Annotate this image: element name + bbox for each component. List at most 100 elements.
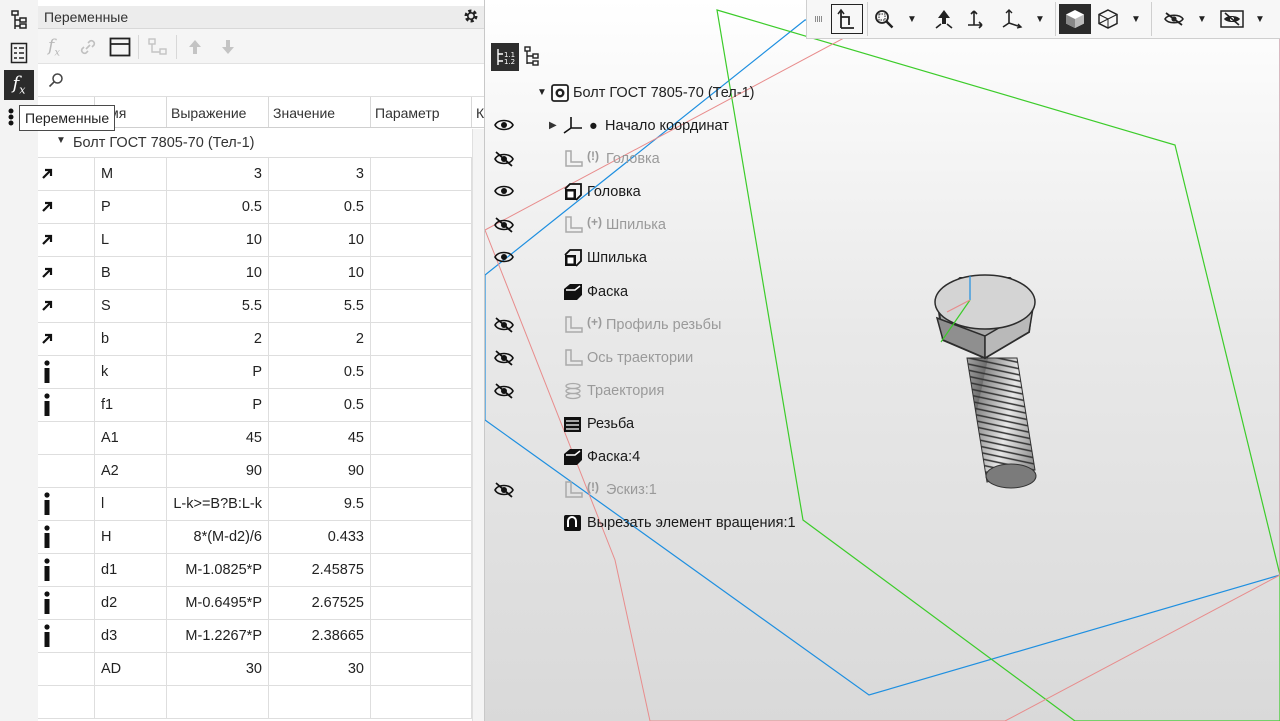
table-row[interactable]: d3 M-1.2267*P 2.38665 <box>38 620 472 653</box>
table-row[interactable]: A1 45 45 <box>38 422 472 455</box>
vertical-scrollbar[interactable] <box>472 129 484 721</box>
variable-expression[interactable]: M-0.6495*P <box>167 587 269 619</box>
gear-icon[interactable] <box>462 7 480 28</box>
table-row[interactable]: k P 0.5 <box>38 356 472 389</box>
column-header-value[interactable]: Значение <box>269 97 371 127</box>
eye-hidden-icon[interactable] <box>494 383 516 399</box>
table-row[interactable]: L 10 10 <box>38 224 472 257</box>
link-icon[interactable] <box>76 35 100 59</box>
bolt-model[interactable] <box>925 270 1055 500</box>
visibility-filter-icon[interactable] <box>1219 4 1245 34</box>
variable-expression[interactable]: 8*(M-d2)/6 <box>167 521 269 553</box>
variable-expression[interactable]: P <box>167 356 269 388</box>
variable-expression[interactable]: M-1.0825*P <box>167 554 269 586</box>
table-row[interactable]: AD 30 30 <box>38 653 472 686</box>
eye-hidden-icon[interactable] <box>494 350 516 366</box>
eye-icon[interactable] <box>494 184 516 200</box>
variable-parameter[interactable] <box>371 290 472 322</box>
variable-name[interactable]: l <box>95 488 167 520</box>
variables-panel-icon[interactable]: fx <box>4 70 34 100</box>
variable-name[interactable]: M <box>95 158 167 190</box>
collapse-arrow-icon[interactable]: ▼ <box>537 82 547 104</box>
variable-name[interactable]: S <box>95 290 167 322</box>
structure-icon[interactable] <box>146 35 170 59</box>
table-row[interactable]: H 8*(M-d2)/6 0.433 <box>38 521 472 554</box>
variable-parameter[interactable] <box>371 653 472 685</box>
variable-expression[interactable]: L-k>=B?B:L-k <box>167 488 269 520</box>
table-row[interactable]: A2 90 90 <box>38 455 472 488</box>
variable-parameter[interactable] <box>371 389 472 421</box>
variable-expression[interactable]: 30 <box>167 653 269 685</box>
variable-name[interactable]: f1 <box>95 389 167 421</box>
variable-parameter[interactable] <box>371 587 472 619</box>
table-row[interactable]: l L-k>=B?B:L-k 9.5 <box>38 488 472 521</box>
variable-name[interactable]: P <box>95 191 167 223</box>
tree-structure-icon[interactable] <box>523 46 543 71</box>
add-variable-icon[interactable]: fx <box>42 35 66 59</box>
hide-dropdown-icon[interactable]: ▼ <box>1195 4 1209 34</box>
variable-parameter[interactable] <box>371 455 472 487</box>
variable-parameter[interactable] <box>371 554 472 586</box>
tree-mode-icon[interactable]: 1.1 1.2 <box>491 43 519 71</box>
collapse-arrow-icon[interactable]: ▼ <box>56 135 66 146</box>
eye-hidden-icon[interactable] <box>494 151 516 167</box>
eye-icon[interactable] <box>494 118 516 134</box>
table-row[interactable]: S 5.5 5.5 <box>38 290 472 323</box>
variable-expression[interactable]: 10 <box>167 224 269 256</box>
more-icon[interactable] <box>6 102 16 132</box>
properties-panel-icon[interactable] <box>4 38 34 68</box>
table-row[interactable]: f1 P 0.5 <box>38 389 472 422</box>
variable-name[interactable]: AD <box>95 653 167 685</box>
variable-expression[interactable]: M-1.2267*P <box>167 620 269 652</box>
variable-name[interactable]: A1 <box>95 422 167 454</box>
visibility-dropdown-icon[interactable]: ▼ <box>1253 4 1267 34</box>
variable-parameter[interactable] <box>371 224 472 256</box>
variable-expression[interactable]: 5.5 <box>167 290 269 322</box>
table-row[interactable]: d2 M-0.6495*P 2.67525 <box>38 587 472 620</box>
variable-name[interactable]: d2 <box>95 587 167 619</box>
variable-expression[interactable]: 3 <box>167 158 269 190</box>
display-dropdown-icon[interactable]: ▼ <box>1129 4 1143 34</box>
shaded-view-icon[interactable] <box>1059 4 1091 34</box>
column-header-expression[interactable]: Выражение <box>167 97 269 127</box>
table-row[interactable]: P 0.5 0.5 <box>38 191 472 224</box>
variable-name[interactable]: A2 <box>95 455 167 487</box>
wireframe-view-icon[interactable] <box>1095 4 1121 34</box>
table-row[interactable]: B 10 10 <box>38 257 472 290</box>
search-box[interactable] <box>38 64 484 97</box>
variable-parameter[interactable] <box>371 257 472 289</box>
variable-name[interactable]: d1 <box>95 554 167 586</box>
variable-name[interactable]: B <box>95 257 167 289</box>
table-view-icon[interactable] <box>108 35 132 59</box>
variable-parameter[interactable] <box>371 356 472 388</box>
variable-name[interactable]: H <box>95 521 167 553</box>
variable-expression[interactable]: 90 <box>167 455 269 487</box>
eye-hidden-icon[interactable] <box>494 217 516 233</box>
zoom-dropdown-icon[interactable]: ▼ <box>905 4 919 34</box>
axis-orientation-icon[interactable] <box>999 4 1025 34</box>
variable-expression[interactable]: 0.5 <box>167 191 269 223</box>
variable-parameter[interactable] <box>371 521 472 553</box>
eye-hidden-icon[interactable] <box>494 316 516 333</box>
tree-panel-icon[interactable] <box>4 6 34 36</box>
variable-expression[interactable]: 2 <box>167 323 269 355</box>
column-header-comment[interactable]: К <box>472 97 484 127</box>
table-row[interactable] <box>38 686 472 719</box>
variable-expression[interactable]: 45 <box>167 422 269 454</box>
variable-name[interactable] <box>95 686 167 718</box>
table-row[interactable]: d1 M-1.0825*P 2.45875 <box>38 554 472 587</box>
table-row[interactable]: b22 <box>38 323 472 356</box>
variable-parameter[interactable] <box>371 158 472 190</box>
variable-expression[interactable] <box>167 686 269 718</box>
eye-hidden-icon[interactable] <box>494 482 516 498</box>
zoom-icon[interactable] <box>871 4 897 34</box>
group-row[interactable]: ▼ Болт ГОСТ 7805-70 (Тел-1) <box>38 129 484 158</box>
variable-parameter[interactable] <box>371 488 472 520</box>
column-header-parameter[interactable]: Параметр <box>371 97 472 127</box>
eye-icon[interactable] <box>494 250 516 266</box>
orientation-icon[interactable] <box>831 4 863 34</box>
orientation-dropdown-icon[interactable]: ▼ <box>1033 4 1047 34</box>
expand-arrow-icon[interactable]: ▶ <box>549 115 557 137</box>
variable-name[interactable]: L <box>95 224 167 256</box>
move-up-icon[interactable] <box>183 35 207 59</box>
